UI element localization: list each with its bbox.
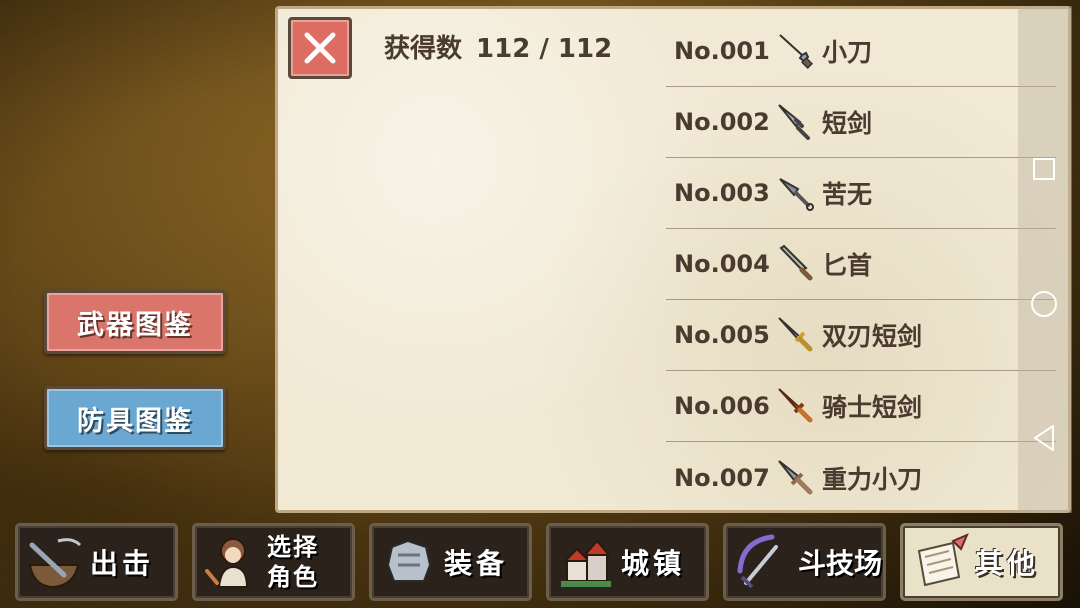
item-number: No.007 [674, 463, 770, 492]
armor-icon [386, 539, 432, 582]
obtained-count-value: 112 / 112 [476, 34, 613, 64]
weapon-catalog-label: 武器图鉴 [77, 309, 193, 341]
obtained-count: 获得数 112 / 112 [384, 28, 612, 65]
tab-other[interactable]: 其他 [900, 523, 1063, 601]
armor-catalog-label: 防具图鉴 [77, 405, 193, 437]
tab-label: 选择 角色 [267, 532, 319, 592]
knife-icon [774, 29, 818, 73]
item-number: No.001 [674, 37, 770, 65]
list-item[interactable]: No.004 匕首 [666, 229, 1056, 300]
item-number: No.006 [674, 392, 770, 420]
dagger-icon [774, 242, 818, 286]
list-item[interactable]: No.007 重力小刀 [666, 442, 1056, 513]
armor-catalog-button[interactable]: 防具图鉴 [44, 386, 226, 450]
tab-label: 城镇 [621, 547, 686, 580]
item-name: 匕首 [822, 251, 873, 280]
tab-select-character[interactable]: 选择 角色 [192, 523, 355, 601]
obtained-count-label: 获得数 [384, 34, 463, 64]
list-item[interactable]: No.003 苦无 [666, 158, 1056, 229]
weapon-list: No.001 小刀 No.002 短剑 No.003 苦无 No.004 匕首 … [666, 16, 1056, 513]
tab-label: 斗技场 [798, 547, 883, 580]
sortie-icon [28, 538, 82, 589]
kunai-icon [774, 171, 818, 215]
item-number: No.002 [674, 108, 770, 136]
tab-label-line2: 角色 [267, 563, 319, 591]
scroll-icon [917, 533, 969, 587]
list-item[interactable]: No.002 短剑 [666, 87, 1056, 158]
short-sword-icon [774, 100, 818, 144]
list-item[interactable]: No.005 双刃短剑 [666, 300, 1056, 371]
item-name: 重力小刀 [822, 464, 923, 494]
double-edged-sword-icon [774, 313, 818, 357]
item-name: 苦无 [822, 180, 873, 209]
home-icon[interactable] [1029, 289, 1059, 319]
list-item[interactable]: No.001 小刀 [666, 16, 1056, 87]
item-name: 小刀 [822, 38, 873, 67]
tab-equipment[interactable]: 装备 [369, 523, 532, 601]
gravity-knife-icon [774, 456, 818, 500]
close-button[interactable] [288, 17, 352, 79]
item-name: 短剑 [822, 109, 873, 138]
tab-label: 出击 [90, 547, 155, 580]
weapon-catalog-button[interactable]: 武器图鉴 [44, 290, 226, 354]
close-icon [304, 32, 336, 64]
item-name: 骑士短剑 [822, 393, 923, 422]
tab-arena[interactable]: 斗技场 [723, 523, 886, 601]
item-number: No.004 [674, 250, 770, 278]
list-item[interactable]: No.006 骑士短剑 [666, 371, 1056, 442]
tab-label-line1: 选择 [267, 533, 319, 561]
recent-apps-icon[interactable] [1029, 154, 1059, 184]
tab-sortie[interactable]: 出击 [15, 523, 178, 601]
tab-label: 其他 [975, 547, 1040, 580]
tab-label: 装备 [444, 547, 509, 580]
item-name: 双刃短剑 [822, 322, 923, 351]
back-icon[interactable] [1029, 423, 1059, 453]
item-number: No.003 [674, 179, 770, 207]
character-icon [205, 538, 249, 588]
item-number: No.005 [674, 321, 770, 349]
town-icon [561, 539, 612, 587]
arena-icon [737, 534, 778, 589]
knight-sword-icon [774, 384, 818, 428]
tab-town[interactable]: 城镇 [546, 523, 709, 601]
